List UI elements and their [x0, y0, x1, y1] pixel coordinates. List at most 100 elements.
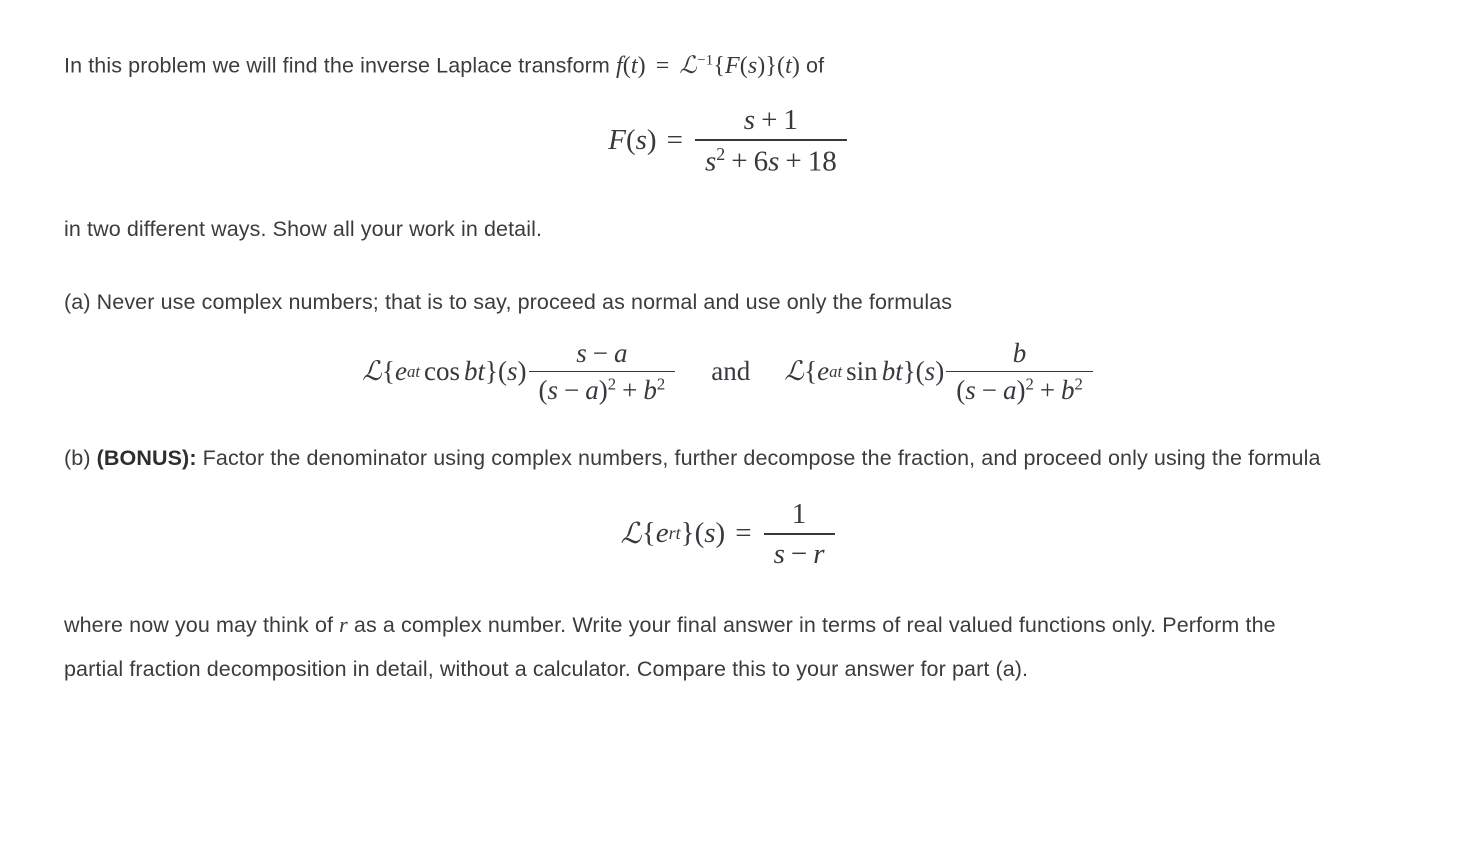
math-lparen: ( — [622, 52, 631, 79]
math-b: b — [881, 356, 896, 387]
script-l-icon: ℒ — [679, 52, 697, 79]
math-s: s — [924, 356, 936, 387]
math-lbrace: { — [641, 517, 656, 550]
math-exponent-2: 2 — [1025, 374, 1034, 394]
paragraph-part-a: (a) Never use complex numbers; that is t… — [64, 289, 953, 314]
math-a: a — [1002, 375, 1017, 406]
math-t: t — [895, 356, 903, 387]
fraction: b (s − a)2 + b2 — [946, 338, 1093, 406]
bonus-label: (BONUS): — [96, 445, 197, 470]
fraction: 1 s − r — [763, 497, 835, 571]
math-s: s — [635, 124, 647, 157]
math-rbrace: } — [765, 52, 777, 79]
math-rparen: ) — [517, 356, 527, 387]
math-s: s — [965, 375, 976, 406]
math-minus: − — [790, 537, 808, 570]
math-f: f — [616, 52, 623, 79]
closing-seg-1: where now you may think of — [64, 613, 340, 638]
math-plus: + — [622, 375, 638, 406]
equation-lhs: ℒ{e rt}(s) = — [620, 516, 761, 551]
math-plus-2: + — [785, 145, 802, 178]
math-exponent-2: 2 — [607, 374, 617, 394]
math-e: e — [655, 517, 669, 550]
math-lparen: ( — [538, 375, 548, 406]
math-rparen: ) — [637, 52, 646, 79]
fraction-numerator: b — [1003, 338, 1037, 371]
math-exponent-at: at — [406, 361, 421, 381]
formula-laplace-exp-sin: ℒ{e at sin b t}(s) b (s − a)2 + b2 — [784, 338, 1095, 406]
math-r: r — [813, 537, 825, 570]
math-t: t — [630, 52, 638, 79]
math-lparen: ( — [498, 356, 507, 387]
math-b: b — [643, 375, 657, 406]
math-b: b — [1061, 375, 1075, 406]
math-rparen: ) — [935, 356, 945, 387]
math-e: e — [395, 356, 407, 387]
fraction-numerator: 1 — [791, 497, 807, 530]
math-minus: − — [592, 337, 608, 368]
display-equation-laplace-exp-rt: ℒ{e rt}(s) = 1 s − r — [64, 498, 1393, 571]
math-lbrace: { — [804, 356, 818, 387]
math-minus: − — [564, 375, 580, 406]
math-s: s — [747, 52, 758, 79]
math-lparen-2: ( — [739, 52, 748, 79]
math-rbrace: } — [680, 517, 695, 550]
math-rbrace: } — [902, 356, 916, 387]
math-cos: cos — [424, 356, 461, 387]
math-six: 6 — [753, 145, 769, 178]
math-equals: = — [655, 52, 670, 79]
paragraph-two-ways: in two different ways. Show all your wor… — [64, 216, 543, 241]
equation-fraction: 1 s − r — [762, 498, 837, 571]
math-a: a — [614, 337, 628, 368]
math-rparen-3: ) — [791, 52, 800, 79]
math-exponent-at: at — [829, 361, 843, 381]
math-s: s — [576, 337, 587, 368]
math-e: e — [817, 356, 830, 387]
math-lbrace: { — [382, 356, 395, 387]
math-exponent-2b: 2 — [656, 374, 666, 394]
math-b: b — [1012, 337, 1027, 368]
math-b: b — [464, 356, 478, 387]
formula-laplace-exp-cos: ℒ{e at cos b t}(s) s − a (s − a)2 + b2 — [362, 338, 677, 406]
math-plus: + — [1039, 375, 1056, 406]
math-rbrace: } — [485, 356, 498, 387]
math-s: s — [704, 517, 716, 550]
math-s: s — [507, 356, 518, 387]
math-equals: = — [735, 517, 752, 550]
equation-row: ℒ{e at cos b t}(s) s − a (s − a)2 + b2 and ℒ{e at si… — [362, 338, 1095, 406]
equation-row: F(s) = s +1 s2 +6s +18 — [608, 104, 849, 178]
equation-row: ℒ{e rt}(s) = 1 s − r — [620, 498, 836, 571]
equation-fraction: s +1 s2 +6s +18 — [693, 104, 849, 178]
paragraph-intro-lead: In this problem we will find the inverse… — [64, 53, 617, 78]
math-t: t — [477, 356, 486, 387]
script-l-icon: ℒ — [620, 518, 642, 551]
math-lparen-3: ( — [776, 52, 786, 79]
math-rparen: ) — [715, 517, 726, 550]
math-lparen: ( — [956, 375, 966, 406]
math-t-2: t — [785, 52, 792, 79]
math-rparen: ) — [646, 124, 657, 157]
math-exponent-2b: 2 — [1074, 374, 1083, 394]
math-lparen: ( — [625, 124, 636, 157]
display-equation-f-of-s: F(s) = s +1 s2 +6s +18 — [64, 104, 1393, 178]
fraction-denominator: s − r — [764, 535, 835, 570]
fraction-denominator: (s − a)2 + b2 — [946, 372, 1093, 406]
math-eighteen: 18 — [807, 145, 837, 178]
math-lparen: ( — [694, 517, 705, 550]
math-lbrace: { — [713, 52, 725, 79]
fraction: s +1 s2 +6s +18 — [694, 104, 847, 178]
math-a: a — [585, 375, 599, 406]
math-s-2: s — [768, 145, 780, 178]
math-minus: − — [981, 375, 997, 406]
fraction: s − a (s − a)2 + b2 — [528, 338, 676, 406]
paragraph-part-b: (b) (BONUS): Factor the denominator usin… — [64, 436, 1339, 480]
display-equation-cos-sin-formulas: ℒ{e at cos b t}(s) s − a (s − a)2 + b2 and ℒ{e at si… — [64, 338, 1393, 406]
fraction-numerator: s − a — [566, 338, 637, 371]
paragraph-closing: where now you may think of r as a comple… — [64, 603, 1339, 691]
conjunction-and: and — [711, 356, 751, 387]
inline-math-inverse-laplace: f(t) = ℒ−1{F(s)}(t) — [616, 52, 800, 79]
math-sin: sin — [846, 356, 878, 387]
math-plus: + — [731, 145, 748, 178]
fraction-numerator: s +1 — [734, 104, 808, 139]
math-equals: = — [666, 124, 683, 157]
